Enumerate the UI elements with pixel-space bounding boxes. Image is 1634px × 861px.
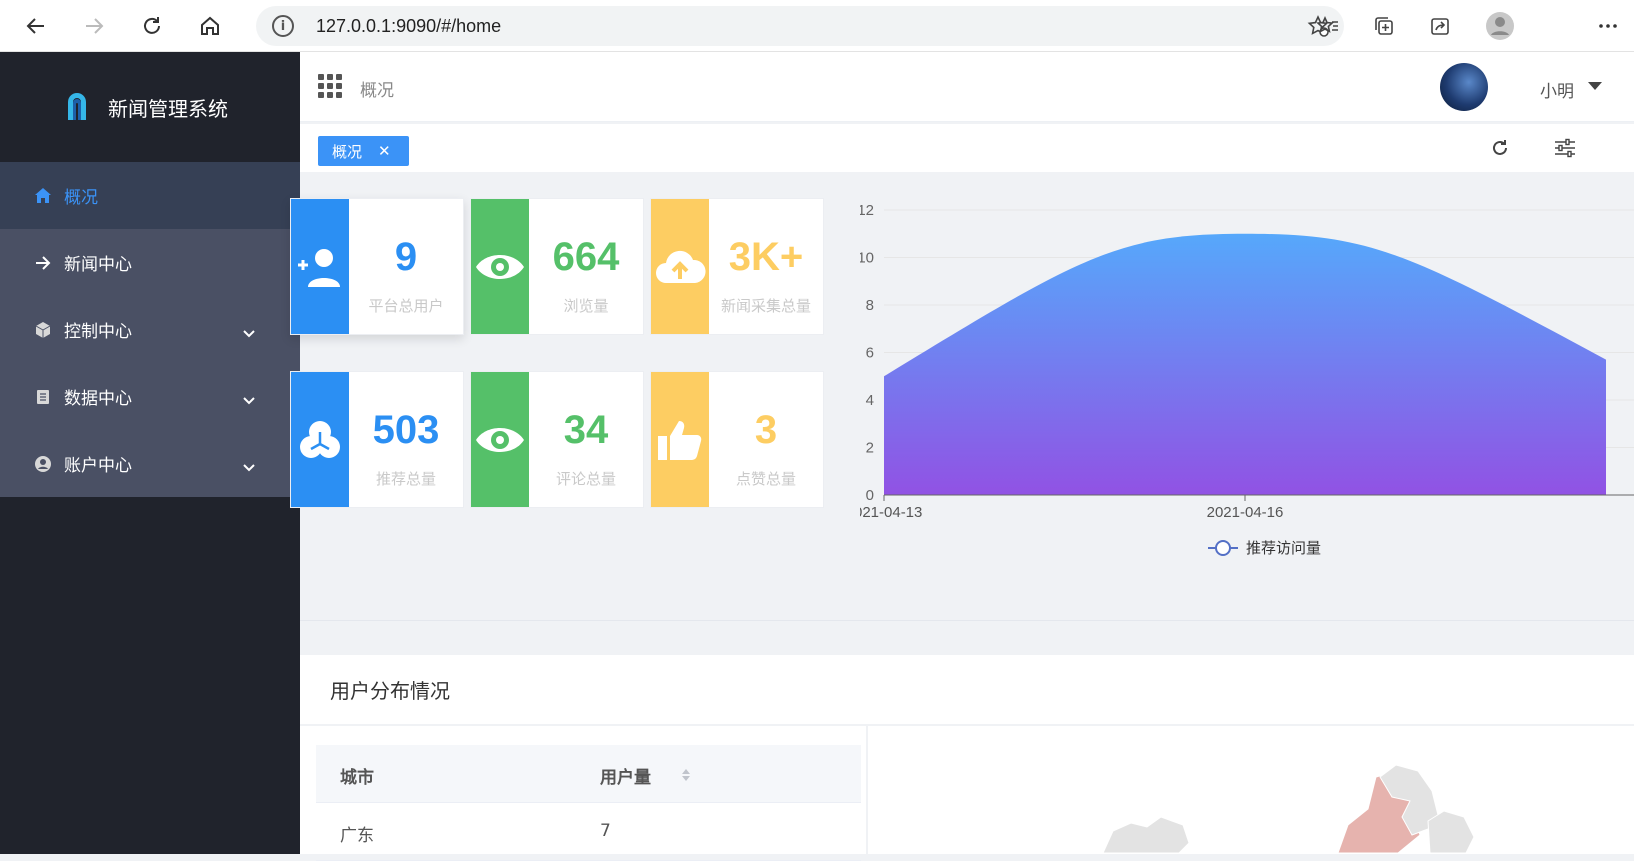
eye-icon (471, 199, 529, 334)
sort-icon[interactable] (680, 767, 692, 783)
table-row[interactable]: 广东 7 (316, 803, 861, 861)
sidebar-item-label: 账户中心 (64, 456, 132, 476)
top-header: 概况 小明 (300, 52, 1634, 122)
map-svg (1102, 764, 1475, 854)
caret-down-icon[interactable] (1588, 82, 1602, 90)
y-tick-label: 6 (866, 345, 874, 362)
stat-value: 9 (394, 235, 418, 279)
home-browser-icon[interactable] (192, 8, 228, 44)
sidebar-item-label: 概况 (64, 188, 98, 208)
stat-card-collected[interactable]: 3K+ 新闻采集总量 (650, 198, 824, 335)
profile-icon[interactable] (1482, 8, 1518, 44)
sidebar-item-news[interactable]: 新闻中心 (0, 229, 300, 296)
sidebar-item-account[interactable]: 账户中心 (0, 430, 300, 497)
eye-icon (471, 372, 529, 507)
stat-card-users[interactable]: 9 平台总用户 (290, 198, 464, 335)
more-icon[interactable] (1590, 8, 1626, 44)
address-bar[interactable]: i 127.0.0.1:9090/#/home (256, 6, 1344, 46)
chart-svg: 0 2 4 6 8 10 12 2021-04-13 2021-04-16 推荐访问量 (846, 202, 1634, 557)
stat-label: 评论总量 (555, 470, 616, 488)
share-icon[interactable] (1422, 8, 1458, 44)
browser-toolbar: i 127.0.0.1:9090/#/home (0, 0, 1634, 52)
refresh-icon[interactable] (1490, 138, 1510, 162)
sidebar-item-control[interactable]: 控制中心 (0, 296, 300, 363)
y-tick-label: 10 (860, 250, 874, 267)
stat-label: 平台总用户 (368, 297, 444, 315)
sidebar-item-data[interactable]: 数据中心 (0, 363, 300, 430)
stat-label: 推荐总量 (375, 470, 436, 488)
y-tick-label: 8 (866, 297, 874, 314)
sidebar-item-label: 控制中心 (64, 322, 132, 342)
legend-marker (1215, 540, 1231, 556)
home-icon (34, 187, 54, 205)
sidebar-item-overview[interactable]: 概况 (0, 162, 300, 229)
y-tick-label: 2 (866, 440, 874, 457)
x-tick-label: 2021-04-13 (860, 504, 922, 521)
stat-label: 点赞总量 (735, 470, 796, 488)
settings-sliders-icon[interactable] (1554, 138, 1576, 162)
stat-value: 3K+ (728, 235, 804, 279)
close-icon[interactable]: ✕ (378, 142, 391, 160)
area-series-推荐访问量 (884, 233, 1606, 495)
stat-card-comments[interactable]: 34 评论总量 (470, 371, 644, 508)
tab-overview[interactable]: 概况 ✕ (318, 136, 409, 166)
sidebar-menu: 概况 新闻中心 控制中心 数据中心 账户中心 (0, 162, 300, 497)
favorites-icon[interactable] (1310, 8, 1346, 44)
legend-label: 推荐访问量 (1246, 539, 1321, 557)
document-icon (34, 388, 54, 406)
y-tick-label: 0 (866, 487, 874, 504)
cell-count: 7 (600, 821, 611, 841)
user-circle-icon (34, 455, 54, 473)
reload-icon[interactable] (134, 8, 170, 44)
china-map[interactable] (866, 725, 1634, 854)
apps-grid-icon[interactable] (318, 74, 342, 98)
avatar[interactable] (1440, 63, 1488, 111)
arrow-right-icon (34, 254, 54, 272)
recommend-icon (291, 372, 349, 507)
table-header: 城市 用户量 (316, 745, 861, 803)
thumbs-up-icon (651, 372, 709, 507)
stat-card-views[interactable]: 664 浏览量 (470, 198, 644, 335)
stat-value: 503 (372, 408, 440, 452)
stat-value: 3 (754, 408, 778, 452)
stat-value: 664 (552, 235, 620, 279)
collections-icon[interactable] (1366, 8, 1402, 44)
breadcrumb[interactable]: 概况 (360, 76, 394, 101)
column-header-city: 城市 (340, 768, 374, 788)
tab-label: 概况 (332, 142, 363, 161)
cloud-upload-icon (651, 199, 709, 334)
visits-chart: 0 2 4 6 8 10 12 2021-04-13 2021-04-16 推荐访问量 (846, 200, 1634, 580)
tabs-bar: 概况 ✕ (300, 124, 1634, 172)
chevron-down-icon[interactable] (242, 391, 256, 411)
stat-label: 浏览量 (563, 297, 609, 315)
chevron-down-icon[interactable] (242, 324, 256, 344)
distribution-table: 城市 用户量 广东 7 (316, 745, 861, 861)
sidebar-item-label: 新闻中心 (64, 255, 132, 275)
logo-mark-icon (68, 93, 86, 120)
app-logo[interactable]: 新闻管理系统 (0, 52, 300, 162)
username-dropdown[interactable]: 小明 (1540, 77, 1574, 102)
stat-card-likes[interactable]: 3 点赞总量 (650, 371, 824, 508)
section-divider (300, 620, 1634, 621)
cube-icon (34, 321, 54, 339)
stat-card-recommend[interactable]: 503 推荐总量 (290, 371, 464, 508)
panel-title: 用户分布情况 (330, 679, 450, 703)
add-user-icon (291, 199, 349, 334)
sidebar-item-label: 数据中心 (64, 389, 132, 409)
site-info-icon[interactable]: i (272, 15, 294, 37)
column-header-users[interactable]: 用户量 (600, 763, 651, 788)
x-tick-label: 2021-04-16 (1207, 504, 1284, 521)
user-distribution-panel: 用户分布情况 城市 用户量 广东 7 (300, 655, 1634, 861)
url-text[interactable]: 127.0.0.1:9090/#/home (316, 16, 501, 37)
chevron-down-icon[interactable] (242, 458, 256, 478)
stat-value: 34 (563, 408, 609, 452)
forward-icon[interactable] (76, 8, 112, 44)
y-tick-label: 4 (866, 392, 874, 409)
cell-city: 广东 (340, 826, 374, 846)
sidebar: 新闻管理系统 概况 新闻中心 控制中心 数据中心 账户中心 (0, 52, 300, 854)
stat-label: 新闻采集总量 (720, 297, 811, 315)
back-icon[interactable] (18, 8, 54, 44)
app-title: 新闻管理系统 (108, 96, 228, 121)
y-tick-label: 12 (860, 202, 874, 219)
